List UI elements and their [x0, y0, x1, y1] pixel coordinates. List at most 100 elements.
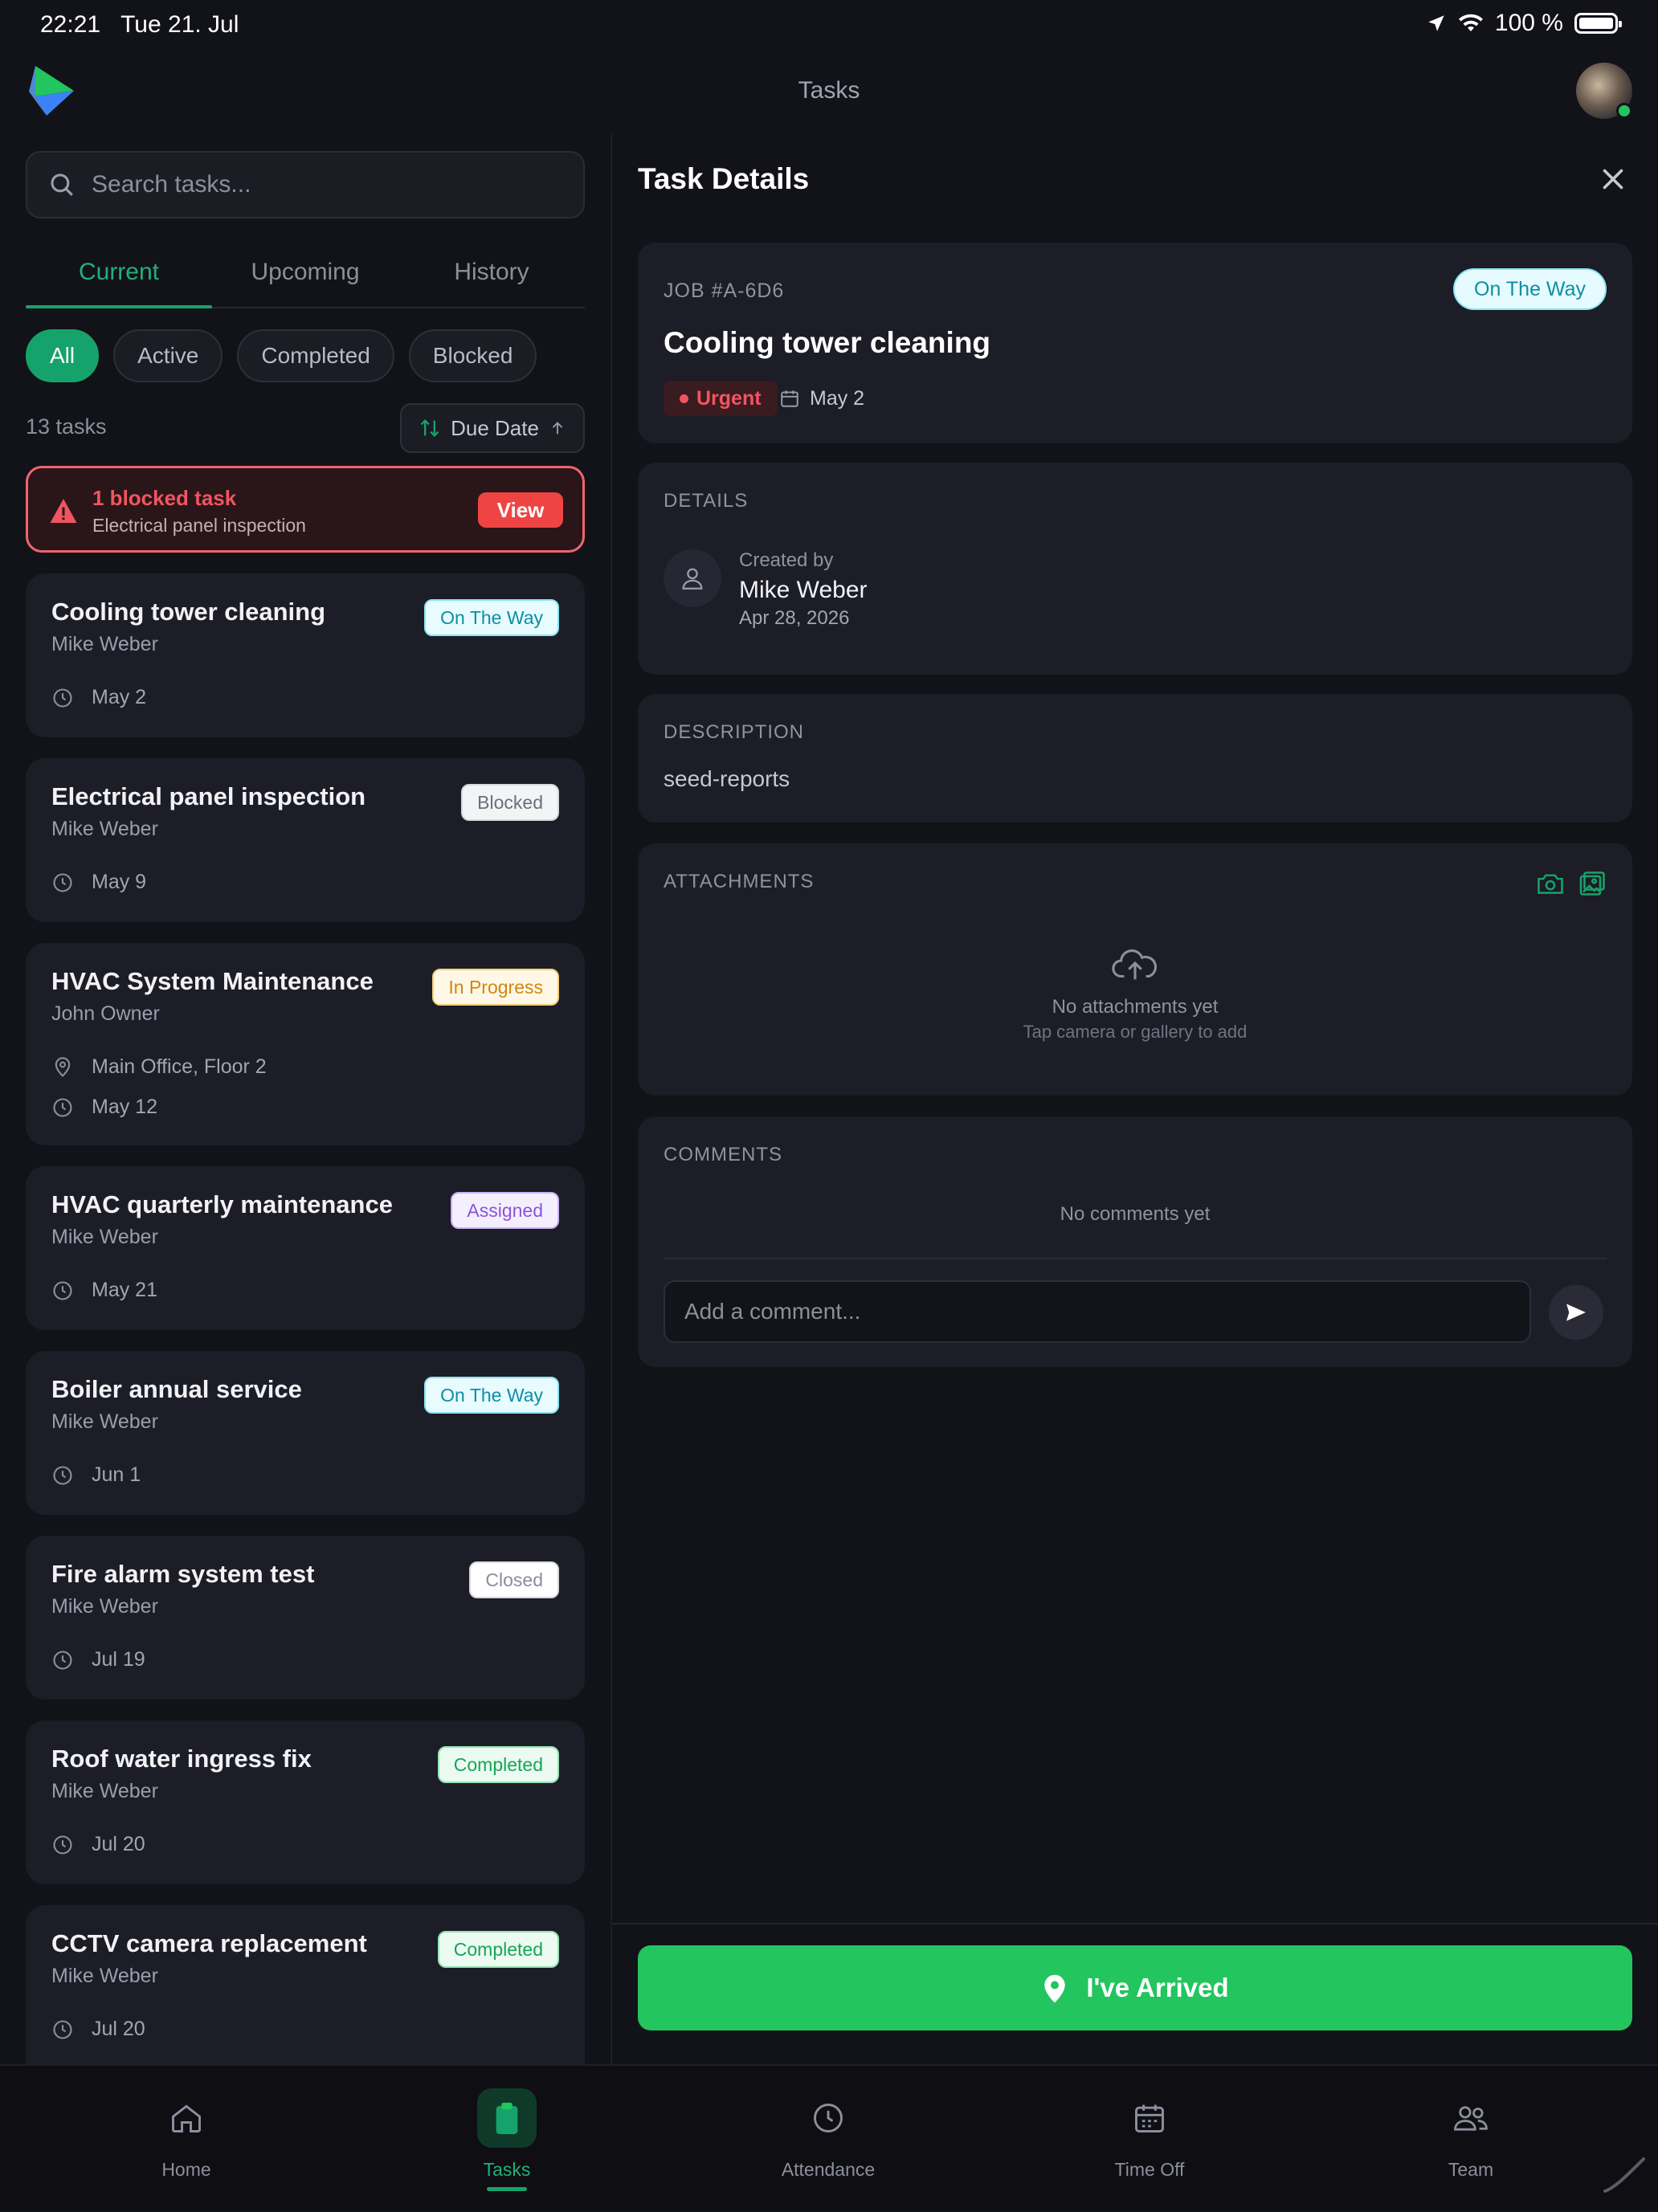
comments-empty: No comments yet — [1060, 1203, 1211, 1225]
battery-icon — [1574, 13, 1622, 34]
search-input[interactable] — [90, 170, 572, 199]
task-due: May 2 — [51, 686, 146, 709]
nav-attendance[interactable]: Attendance — [708, 2066, 949, 2212]
wifi-icon — [1458, 14, 1483, 31]
task-due: May 9 — [51, 871, 146, 894]
blocked-task-alert[interactable]: 1 blocked task Electrical panel inspecti… — [26, 466, 585, 553]
map-pin-icon — [55, 1056, 71, 1077]
nav-tasks[interactable]: Tasks — [386, 2066, 627, 2212]
created-by-name: Mike Weber — [739, 577, 868, 603]
clock-icon — [53, 688, 72, 708]
task-card[interactable]: HVAC quarterly maintenance Mike Weber As… — [26, 1166, 585, 1330]
section-label: ATTACHMENTS — [664, 871, 815, 892]
task-title: HVAC System Maintenance — [51, 967, 374, 995]
task-assignee: Mike Weber — [51, 1595, 158, 1618]
job-date: May 2 — [779, 381, 864, 416]
task-due: May 21 — [51, 1279, 157, 1302]
tab-current[interactable]: Current — [26, 241, 212, 308]
task-due: May 12 — [51, 1096, 157, 1119]
filter-completed[interactable]: Completed — [237, 329, 394, 382]
task-card[interactable]: Boiler annual service Mike Weber On The … — [26, 1351, 585, 1515]
detail-heading: Task Details — [638, 162, 810, 195]
page-title: Tasks — [798, 77, 860, 104]
section-label: DESCRIPTION — [664, 721, 805, 743]
job-id: JOB #A-6D6 — [664, 280, 785, 302]
users-icon — [1441, 2088, 1501, 2148]
tab-history[interactable]: History — [398, 241, 585, 307]
attachments-hint: Tap camera or gallery to add — [1023, 1022, 1248, 1042]
task-card[interactable]: CCTV camera replacement Mike Weber Compl… — [26, 1905, 585, 2064]
task-assignee: Mike Weber — [51, 633, 158, 655]
nav-label: Time Off — [1114, 2159, 1185, 2180]
task-card[interactable]: Fire alarm system test Mike Weber Closed… — [26, 1536, 585, 1700]
nav-home[interactable]: Home — [66, 2066, 307, 2212]
attachments-section: ATTACHMENTS No attachments yet Tap camer… — [638, 843, 1632, 1096]
close-icon — [1603, 169, 1623, 189]
filter-active[interactable]: Active — [113, 329, 223, 382]
task-assignee: Mike Weber — [51, 818, 158, 840]
clock-icon — [53, 1280, 72, 1300]
clock-icon — [53, 1465, 72, 1485]
send-comment-button[interactable] — [1549, 1285, 1603, 1340]
status-badge: Completed — [437, 1746, 559, 1783]
nav-team[interactable]: Team — [1350, 2066, 1591, 2212]
battery-percent: 100 % — [1494, 10, 1563, 36]
task-due: Jul 20 — [51, 1833, 145, 1856]
task-title: Fire alarm system test — [51, 1560, 315, 1588]
task-count: 13 tasks — [26, 414, 107, 439]
comment-input[interactable] — [664, 1280, 1531, 1343]
task-card[interactable]: Cooling tower cleaning Mike Weber On The… — [26, 573, 585, 737]
clock-icon — [53, 872, 72, 892]
bottom-navigation: Home Tasks Attendance Time Off Team — [0, 2064, 1658, 2210]
task-card[interactable]: Roof water ingress fix Mike Weber Comple… — [26, 1720, 585, 1884]
job-date-text: May 2 — [810, 386, 865, 410]
arrow-up-icon — [552, 422, 563, 435]
send-icon — [1566, 1304, 1586, 1321]
filter-blocked[interactable]: Blocked — [408, 329, 537, 382]
task-date: May 9 — [92, 871, 147, 893]
task-card[interactable]: HVAC System Maintenance John Owner In Pr… — [26, 943, 585, 1145]
task-assignee: Mike Weber — [51, 1965, 158, 1987]
arrived-button[interactable]: I've Arrived — [638, 1945, 1632, 2030]
sort-arrows-icon — [420, 419, 439, 437]
calendar-icon — [1120, 2088, 1179, 2148]
nav-label: Tasks — [483, 2159, 531, 2180]
task-title: Boiler annual service — [51, 1375, 302, 1403]
task-card[interactable]: Electrical panel inspection Mike Weber B… — [26, 758, 585, 922]
status-badge: On The Way — [1453, 268, 1607, 310]
comments-divider — [664, 1258, 1607, 1259]
camera-icon[interactable] — [1536, 871, 1565, 896]
nav-time-off[interactable]: Time Off — [1029, 2066, 1270, 2212]
upload-cloud-icon — [1112, 949, 1157, 980]
calendar-icon — [781, 390, 798, 407]
status-badge: Assigned — [451, 1192, 559, 1229]
filter-all[interactable]: All — [26, 329, 100, 382]
close-button[interactable] — [1592, 159, 1634, 201]
arrived-label: I've Arrived — [1086, 1973, 1229, 2002]
comments-section: COMMENTS No comments yet — [638, 1116, 1632, 1367]
task-title: HVAC quarterly maintenance — [51, 1190, 393, 1218]
status-badge: On The Way — [424, 1377, 559, 1414]
clock-icon — [53, 1834, 72, 1855]
nav-label: Attendance — [781, 2159, 876, 2180]
view-blocked-button[interactable]: View — [478, 492, 563, 528]
task-date: May 12 — [92, 1096, 157, 1118]
search-box[interactable] — [26, 151, 585, 218]
action-bar-divider — [612, 1923, 1658, 1924]
task-title: CCTV camera replacement — [51, 1929, 367, 1957]
scroll-handle-icon[interactable] — [1602, 2156, 1647, 2194]
tab-upcoming[interactable]: Upcoming — [212, 241, 398, 307]
task-location: Main Office, Floor 2 — [51, 1055, 267, 1079]
details-section: DETAILS Created by Mike Weber Apr 28, 20… — [638, 463, 1632, 675]
panel-divider — [611, 133, 612, 2064]
description-text: seed-reports — [664, 766, 790, 791]
task-tabs: Current Upcoming History — [26, 241, 585, 308]
status-badge: In Progress — [432, 969, 559, 1006]
task-date: Jul 20 — [92, 2018, 145, 2040]
gallery-icon[interactable] — [1578, 869, 1608, 898]
task-assignee: Mike Weber — [51, 1780, 158, 1802]
home-icon — [157, 2088, 216, 2148]
clock-icon — [53, 1650, 72, 1670]
sort-button[interactable]: Due Date — [400, 403, 585, 453]
clock-icon — [53, 2019, 72, 2039]
